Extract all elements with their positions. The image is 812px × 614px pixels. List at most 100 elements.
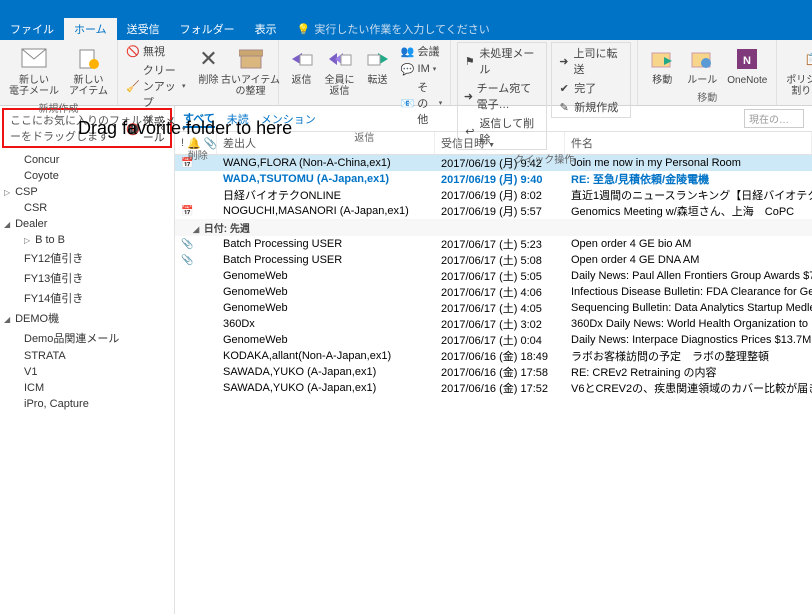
onenote-label: OneNote bbox=[727, 75, 767, 86]
date-cell: 2017/06/19 (月) 9:40 bbox=[435, 171, 565, 187]
quick-step-4[interactable]: ➜上司に転送 bbox=[555, 44, 627, 78]
from-cell: GenomeWeb bbox=[217, 302, 435, 314]
junk-label: 迷惑メール bbox=[143, 113, 179, 145]
message-list-pane: すべて 未読 メンション 現在の… !🔔📎 差出人 受信日時 ▼ 件名 📅WAN… bbox=[175, 106, 812, 614]
expand-icon[interactable]: ▷ bbox=[4, 188, 12, 197]
new-item-button[interactable]: 新しい アイテム bbox=[66, 42, 111, 99]
from-cell: Batch Processing USER bbox=[217, 238, 435, 250]
date-group-header[interactable]: ◢ 日付: 先週 bbox=[175, 219, 812, 236]
folder-item[interactable]: ◢ DEMO機 bbox=[0, 308, 174, 328]
tab-folder[interactable]: フォルダー bbox=[170, 18, 245, 40]
date-cell: 2017/06/17 (土) 3:02 bbox=[435, 316, 565, 332]
cleanup-label: クリーンアップ bbox=[143, 62, 179, 110]
new-item-label: 新しい アイテム bbox=[69, 75, 108, 97]
date-cell: 2017/06/19 (月) 8:02 bbox=[435, 187, 565, 203]
rules-label: ルール bbox=[687, 75, 717, 86]
folder-name: ICM bbox=[24, 382, 44, 394]
body: ここにお気に入りのフォルダーをドラッグします ‹ ConcurCoyote▷ C… bbox=[0, 106, 812, 614]
subject-cell: Daily News: Paul Allen Frontiers Group A… bbox=[565, 270, 812, 282]
message-row[interactable]: SAWADA,YUKO (A-Japan,ex1)2017/06/16 (金) … bbox=[175, 380, 812, 396]
message-row[interactable]: 360Dx2017/06/17 (土) 3:02360Dx Daily News… bbox=[175, 316, 812, 332]
group-delete-label: 削除 bbox=[124, 146, 272, 163]
expand-icon[interactable]: ◢ bbox=[4, 315, 12, 324]
im-button[interactable]: 💬IM▾ bbox=[399, 61, 445, 77]
folder-name: FY12値引き bbox=[24, 253, 83, 265]
folder-item[interactable]: FY12値引き bbox=[0, 248, 174, 268]
quick-step-6[interactable]: ✎新規作成 bbox=[555, 98, 627, 116]
archive-button[interactable]: 古いアイテム の整理 bbox=[229, 42, 271, 99]
rules-button[interactable]: ルール bbox=[684, 42, 720, 88]
subject-cell: Genomics Meeting w/森垣さん、上海 CoPC bbox=[565, 203, 812, 219]
tab-file[interactable]: ファイル bbox=[0, 18, 64, 40]
subject-cell: RE: CREv2 Retraining の内容 bbox=[565, 364, 812, 380]
ignore-icon: 🚫 bbox=[126, 44, 140, 58]
meeting-button[interactable]: 👥会議 bbox=[399, 42, 445, 60]
assign-policy-button[interactable]: 📋ポリシーの 割り当て bbox=[783, 42, 812, 99]
ignore-button[interactable]: 🚫無視 bbox=[124, 42, 187, 60]
subject-cell: Infectious Disease Bulletin: FDA Clearan… bbox=[565, 286, 812, 298]
folder-name: Concur bbox=[24, 154, 59, 166]
cleanup-button[interactable]: 🧹クリーンアップ▾ bbox=[124, 61, 187, 111]
group-respond-label: 返信 bbox=[285, 128, 445, 145]
tell-me[interactable]: 💡 実行したい作業を入力してください bbox=[287, 18, 500, 40]
expand-icon[interactable]: ◢ bbox=[4, 220, 12, 229]
replyall-button[interactable]: 全員に 返信 bbox=[323, 42, 357, 99]
folder-item[interactable]: ▷ CSP bbox=[0, 184, 174, 200]
folder-item[interactable]: iPro, Capture bbox=[0, 396, 174, 412]
move-button[interactable]: 移動 bbox=[644, 42, 680, 88]
team-icon: ➜ bbox=[463, 89, 473, 103]
message-row[interactable]: KODAKA,allant(Non-A-Japan,ex1)2017/06/16… bbox=[175, 348, 812, 364]
folder-item[interactable]: ◢ Dealer bbox=[0, 216, 174, 232]
message-row[interactable]: 📎Batch Processing USER2017/06/17 (土) 5:0… bbox=[175, 252, 812, 268]
folder-name: CSP bbox=[15, 186, 38, 198]
folder-item[interactable]: ICM bbox=[0, 380, 174, 396]
new-mail-button[interactable]: 新しい 電子メール bbox=[6, 42, 62, 99]
svg-text:N: N bbox=[743, 55, 751, 67]
folder-item[interactable]: CSR bbox=[0, 200, 174, 216]
reply-button[interactable]: 返信 bbox=[285, 42, 319, 88]
folder-name: Coyote bbox=[24, 170, 59, 182]
quick-step-2[interactable]: ➜チーム宛て電子… bbox=[461, 79, 543, 113]
folder-item[interactable]: FY13値引き bbox=[0, 268, 174, 288]
folder-item[interactable]: FY14値引き bbox=[0, 288, 174, 308]
message-row[interactable]: SAWADA,YUKO (A-Japan,ex1)2017/06/16 (金) … bbox=[175, 364, 812, 380]
meeting-icon: 👥 bbox=[401, 44, 415, 58]
more-button[interactable]: 📧その他▾ bbox=[399, 78, 445, 128]
delete-label: 削除 bbox=[198, 75, 218, 86]
from-cell: NOGUCHI,MASANORI (A-Japan,ex1) bbox=[217, 205, 435, 217]
message-row[interactable]: GenomeWeb2017/06/17 (土) 4:05Sequencing B… bbox=[175, 300, 812, 316]
forward-button[interactable]: 転送 bbox=[361, 42, 395, 88]
tab-home[interactable]: ホーム bbox=[64, 18, 117, 40]
expand-icon[interactable]: ▷ bbox=[24, 236, 32, 245]
message-row[interactable]: 📅NOGUCHI,MASANORI (A-Japan,ex1)2017/06/1… bbox=[175, 203, 812, 219]
junk-button[interactable]: 🚯迷惑メール▾ bbox=[124, 112, 187, 146]
replyall-label: 全員に 返信 bbox=[325, 75, 355, 97]
tab-view[interactable]: 表示 bbox=[245, 18, 287, 40]
onenote-button[interactable]: N OneNote bbox=[724, 42, 770, 88]
date-cell: 2017/06/17 (土) 5:23 bbox=[435, 236, 565, 252]
folder-item[interactable]: Demo品関連メール bbox=[0, 328, 174, 348]
move-icon bbox=[647, 44, 677, 74]
delete-icon: ✕ bbox=[193, 44, 223, 74]
message-row[interactable]: GenomeWeb2017/06/17 (土) 4:06Infectious D… bbox=[175, 284, 812, 300]
folder-name: CSR bbox=[24, 202, 47, 214]
quick-step-1[interactable]: ⚑未処理メール bbox=[461, 44, 543, 78]
quick-step-3[interactable]: ↩返信して削除 bbox=[461, 114, 543, 148]
date-cell: 2017/06/17 (土) 4:05 bbox=[435, 300, 565, 316]
reply-icon bbox=[287, 44, 317, 74]
folder-item[interactable]: Coyote bbox=[0, 168, 174, 184]
from-cell: 日経バイオテクONLINE bbox=[217, 187, 435, 203]
forward-label: 転送 bbox=[368, 75, 388, 86]
message-row[interactable]: 日経バイオテクONLINE2017/06/19 (月) 8:02直近1週間のニュ… bbox=[175, 187, 812, 203]
tab-sendrecv[interactable]: 送受信 bbox=[117, 18, 170, 40]
date-cell: 2017/06/19 (月) 5:57 bbox=[435, 203, 565, 219]
message-row[interactable]: 📎Batch Processing USER2017/06/17 (土) 5:2… bbox=[175, 236, 812, 252]
message-row[interactable]: GenomeWeb2017/06/17 (土) 0:04Daily News: … bbox=[175, 332, 812, 348]
folder-item[interactable]: STRATA bbox=[0, 348, 174, 364]
group-new-label: 新規作成 bbox=[6, 99, 111, 116]
message-row[interactable]: WADA,TSUTOMU (A-Japan,ex1)2017/06/19 (月)… bbox=[175, 171, 812, 187]
folder-item[interactable]: ▷ B to B bbox=[0, 232, 174, 248]
quick-step-5[interactable]: ✔完了 bbox=[555, 79, 627, 97]
folder-item[interactable]: V1 bbox=[0, 364, 174, 380]
message-row[interactable]: GenomeWeb2017/06/17 (土) 5:05Daily News: … bbox=[175, 268, 812, 284]
